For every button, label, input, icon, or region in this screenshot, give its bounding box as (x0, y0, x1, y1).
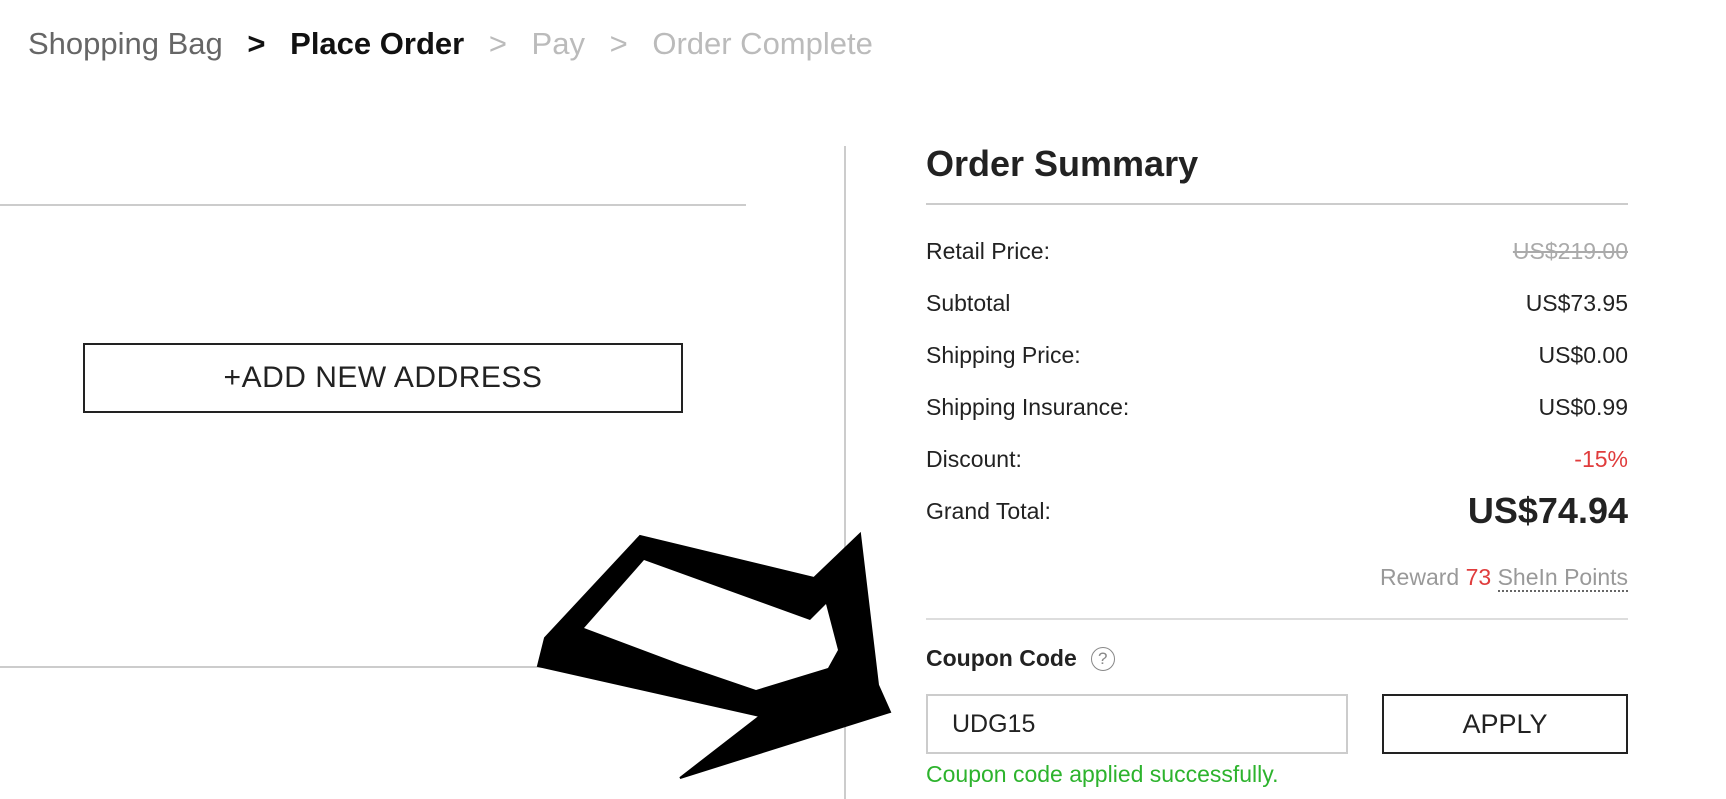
reward-points-value: 73 (1465, 564, 1492, 590)
retail-price-label: Retail Price: (926, 238, 1050, 264)
breadcrumb-place-order: Place Order (290, 25, 465, 61)
coupon-success-message: Coupon code applied successfully. (926, 761, 1279, 787)
reward-points: Reward 73 SheIn Points (1379, 564, 1628, 592)
shipping-insurance-label: Shipping Insurance: (926, 394, 1130, 420)
breadcrumb-separator: > (488, 25, 507, 61)
breadcrumb-separator: > (247, 25, 266, 61)
shipping-price-label: Shipping Price: (926, 342, 1081, 368)
breadcrumb-shopping-bag[interactable]: Shopping Bag (28, 24, 223, 64)
shipping-price-row: Shipping Price: US$0.00 (926, 340, 1628, 370)
coupon-code-heading: Coupon Code ? (926, 645, 1115, 672)
discount-value: -15% (1574, 446, 1628, 472)
shipping-insurance-row: Shipping Insurance: US$0.99 (926, 392, 1628, 422)
apply-coupon-button[interactable]: APPLY (1382, 694, 1628, 754)
order-summary-panel: Order Summary Retail Price: US$219.00 Su… (926, 140, 1628, 787)
subtotal-value: US$73.95 (1525, 290, 1628, 316)
grand-total-row: Grand Total: US$74.94 (926, 490, 1628, 531)
coupon-code-label: Coupon Code (926, 645, 1077, 671)
shein-points-link[interactable]: SheIn Points (1497, 564, 1628, 592)
breadcrumb-order-complete: Order Complete (652, 25, 873, 61)
subtotal-row: Subtotal US$73.95 (926, 288, 1628, 318)
summary-divider (926, 618, 1628, 620)
reward-prefix: Reward (1379, 564, 1460, 590)
shipping-insurance-value: US$0.99 (1538, 394, 1628, 420)
grand-total-label: Grand Total: (926, 498, 1051, 524)
discount-row: Discount: -15% (926, 444, 1628, 474)
breadcrumb: Shopping Bag > Place Order > Pay > Order… (28, 22, 873, 64)
grand-total-value: US$74.94 (1467, 490, 1628, 531)
retail-price-row: Retail Price: US$219.00 (926, 236, 1628, 266)
subtotal-label: Subtotal (926, 290, 1011, 316)
discount-label: Discount: (926, 446, 1022, 472)
summary-divider (926, 203, 1628, 205)
help-icon[interactable]: ? (1090, 646, 1115, 671)
retail-price-value: US$219.00 (1512, 238, 1628, 264)
breadcrumb-pay: Pay (531, 25, 585, 61)
add-new-address-button[interactable]: +ADD NEW ADDRESS (83, 343, 683, 413)
coupon-code-input[interactable] (926, 694, 1348, 754)
shipping-price-value: US$0.00 (1538, 342, 1628, 368)
order-summary-title: Order Summary (926, 143, 1199, 184)
section-divider (0, 666, 746, 668)
section-divider (0, 204, 746, 206)
column-divider (844, 146, 846, 799)
breadcrumb-separator: > (609, 25, 628, 61)
